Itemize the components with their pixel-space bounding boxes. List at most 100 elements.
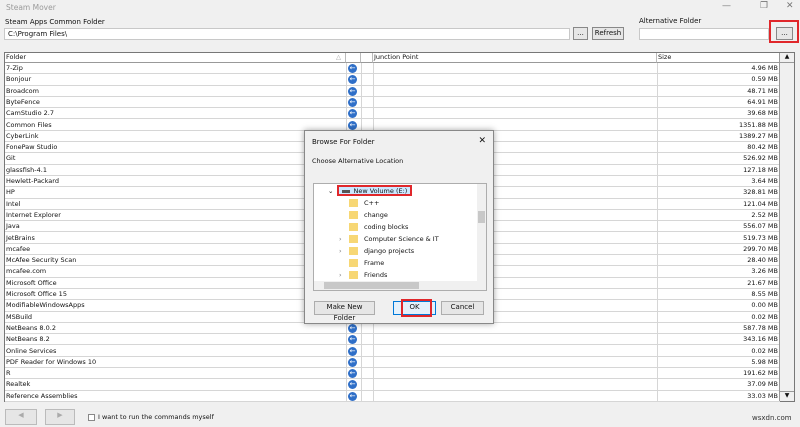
tree-item-label: Friends: [364, 271, 388, 279]
folder-size: 0.59 MB: [751, 75, 778, 84]
table-row[interactable]: Reference Assemblies ← 33.03 MB: [5, 391, 780, 402]
header-junction[interactable]: Junction Point: [373, 53, 657, 63]
header-size[interactable]: Size: [657, 53, 780, 63]
folder-name: FonePaw Studio: [6, 143, 58, 152]
expander-icon[interactable]: ›: [339, 269, 349, 281]
table-scrollbar[interactable]: ▲ ▼: [779, 53, 794, 401]
table-row[interactable]: NetBeans 8.0.2 ← 587.78 MB: [5, 323, 780, 335]
folder-name: glassfish-4.1: [6, 165, 47, 174]
minimize-button[interactable]: —: [722, 1, 731, 11]
folder-size: 519.73 MB: [743, 233, 778, 242]
folder-icon: [349, 247, 358, 255]
folder-name: HP: [6, 188, 15, 197]
steam-browse-button[interactable]: ...: [573, 27, 588, 40]
move-arrow-icon[interactable]: ←: [348, 75, 357, 85]
folder-name: NetBeans 8.2: [6, 335, 50, 344]
move-arrow-icon[interactable]: ←: [348, 335, 357, 345]
selected-drive: New Volume (E:): [337, 185, 413, 196]
folder-name: PDF Reader for Windows 10: [6, 357, 97, 366]
move-arrow-icon[interactable]: ←: [348, 357, 357, 367]
folder-size: 526.92 MB: [743, 154, 778, 163]
move-arrow-icon[interactable]: ←: [348, 323, 357, 333]
move-arrow-icon[interactable]: ←: [348, 346, 357, 356]
alt-folder-input[interactable]: [639, 28, 769, 40]
tree-item[interactable]: change: [339, 209, 388, 221]
dialog-title: Browse For Folder: [312, 138, 375, 146]
refresh-button[interactable]: Refresh: [592, 27, 624, 40]
expander-icon[interactable]: ⌄: [328, 187, 333, 195]
table-row[interactable]: Online Services ← 0.02 MB: [5, 346, 780, 357]
folder-size: 343.16 MB: [743, 335, 778, 344]
ok-highlight-box: [401, 299, 432, 317]
watermark: wsxdn.com: [752, 414, 792, 422]
table-row[interactable]: NetBeans 8.2 ← 343.16 MB: [5, 334, 780, 346]
folder-name: R: [6, 369, 11, 378]
folder-name: ByteFence: [6, 97, 40, 106]
run-commands-checkbox[interactable]: [88, 414, 95, 421]
folder-size: 587.78 MB: [743, 323, 778, 332]
folder-name: Broadcom: [6, 86, 39, 95]
cancel-button[interactable]: Cancel: [441, 301, 484, 315]
alt-browse-button[interactable]: ...: [776, 27, 793, 40]
folder-name: Git: [6, 154, 16, 163]
folder-size: 2.52 MB: [751, 210, 778, 219]
expander-icon[interactable]: ›: [339, 233, 349, 245]
folder-size: 5.98 MB: [751, 357, 778, 366]
dialog-instruction: Choose Alternative Location: [312, 157, 404, 165]
table-row[interactable]: 7-Zip ← 4.96 MB: [5, 63, 780, 75]
move-forward-button[interactable]: ▶: [45, 409, 75, 425]
move-arrow-icon[interactable]: ←: [348, 120, 357, 130]
table-row[interactable]: PDF Reader for Windows 10 ← 5.98 MB: [5, 357, 780, 369]
tree-item[interactable]: coding blocks: [339, 221, 408, 233]
folder-size: 28.40 MB: [747, 256, 778, 265]
header-action: [346, 53, 361, 63]
move-arrow-icon[interactable]: ←: [348, 109, 357, 119]
tree-vscrollbar[interactable]: [477, 184, 486, 282]
move-arrow-icon[interactable]: ←: [348, 391, 357, 401]
table-row[interactable]: CamStudio 2.7 ← 39.68 MB: [5, 108, 780, 120]
close-button[interactable]: ✕: [786, 1, 794, 11]
folder-tree[interactable]: ⌄ New Volume (E:) C++ change coding blocks › C…: [313, 183, 487, 291]
tree-item[interactable]: › Friends: [339, 269, 387, 281]
folder-size: 328.81 MB: [743, 188, 778, 197]
folder-size: 48.71 MB: [747, 86, 778, 95]
tree-item[interactable]: Frame: [339, 257, 384, 269]
table-row[interactable]: Broadcom ← 48.71 MB: [5, 86, 780, 97]
folder-size: 3.26 MB: [751, 267, 778, 276]
folder-name: Internet Explorer: [6, 210, 61, 219]
restore-button[interactable]: ❐: [760, 1, 768, 11]
dialog-close-button[interactable]: ✕: [478, 136, 486, 146]
expander-icon[interactable]: ›: [339, 245, 349, 257]
steam-folder-input[interactable]: C:\Program Files\: [4, 28, 570, 40]
move-arrow-icon[interactable]: ←: [348, 86, 357, 96]
move-arrow-icon[interactable]: ←: [348, 97, 357, 107]
folder-size: 37.09 MB: [747, 380, 778, 389]
make-new-folder-button[interactable]: Make New Folder: [314, 301, 375, 322]
tree-item-label: coding blocks: [364, 223, 409, 231]
tree-hscrollbar[interactable]: [314, 281, 486, 290]
folder-name: Realtek: [6, 380, 31, 389]
folder-name: Hewlett-Packard: [6, 177, 59, 185]
move-arrow-icon[interactable]: ←: [348, 380, 357, 390]
move-arrow-icon[interactable]: ←: [348, 64, 357, 73]
table-row[interactable]: Bonjour ← 0.59 MB: [5, 74, 780, 86]
tree-item[interactable]: › django projects: [339, 245, 414, 257]
folder-size: 1351.88 MB: [738, 120, 778, 129]
folder-size: 191.62 MB: [743, 369, 778, 378]
move-arrow-icon[interactable]: ←: [348, 369, 357, 379]
folder-icon: [349, 235, 358, 243]
tree-item[interactable]: C++: [339, 197, 379, 209]
browse-folder-dialog: Browse For Folder ✕ Choose Alternative L…: [304, 130, 494, 324]
table-row[interactable]: Realtek ← 37.09 MB: [5, 379, 780, 391]
sort-icon: △: [336, 53, 341, 61]
table-row[interactable]: R ← 191.62 MB: [5, 368, 780, 380]
tree-item[interactable]: › Computer Science & IT: [339, 233, 439, 245]
folder-icon: [349, 271, 358, 279]
scroll-down-icon[interactable]: ▼: [780, 391, 794, 401]
tree-item[interactable]: ⌄ New Volume (E:): [328, 185, 413, 197]
header-folder[interactable]: Folder △: [5, 53, 346, 63]
move-back-button[interactable]: ◀: [5, 409, 37, 425]
folder-name: MSBuild: [6, 312, 33, 321]
scroll-up-icon[interactable]: ▲: [780, 53, 794, 63]
table-row[interactable]: ByteFence ← 64.91 MB: [5, 97, 780, 109]
